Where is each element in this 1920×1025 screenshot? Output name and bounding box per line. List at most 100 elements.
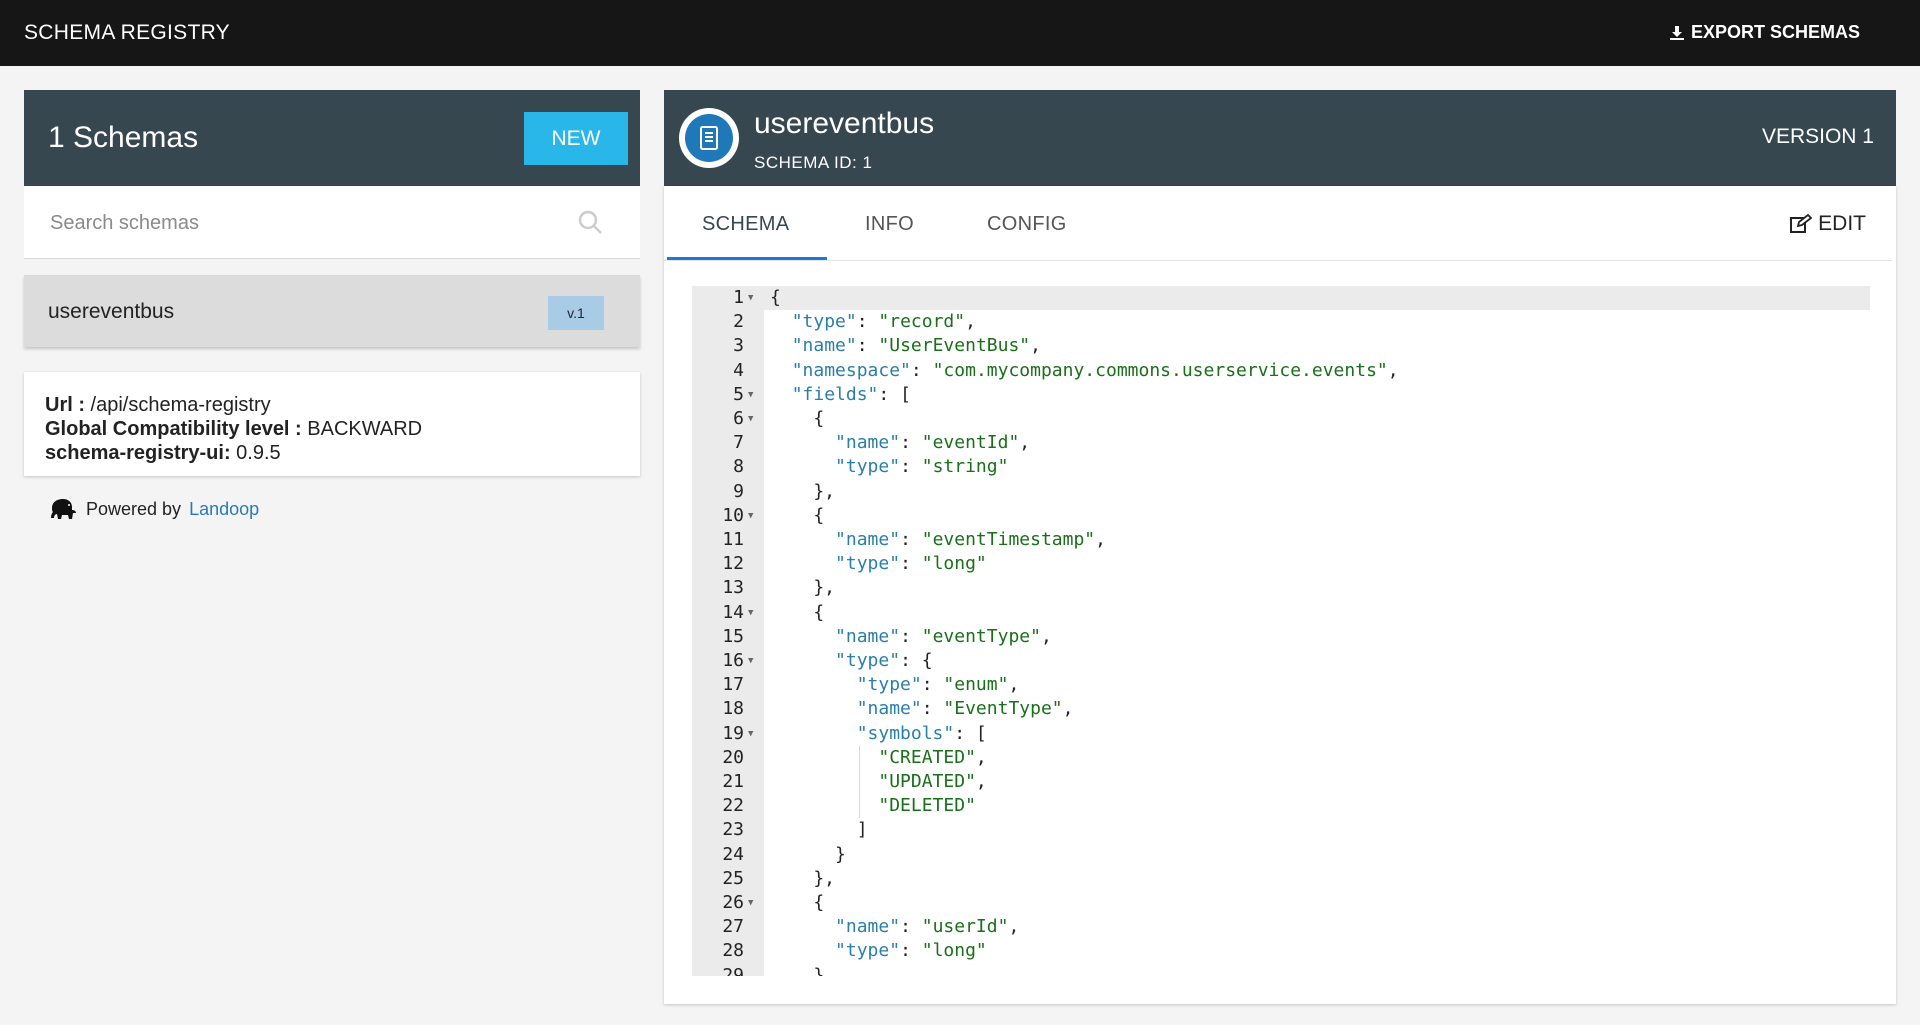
line-number: 13 bbox=[722, 577, 744, 599]
landoop-link[interactable]: Landoop bbox=[189, 499, 259, 520]
code-line: 17 "type": "enum", bbox=[692, 673, 1870, 697]
search-icon[interactable] bbox=[576, 208, 604, 236]
code-line: 24 } bbox=[692, 843, 1870, 867]
line-number: 6 bbox=[733, 408, 744, 429]
schema-count: 1 Schemas bbox=[48, 121, 199, 154]
schema-title: usereventbus bbox=[754, 107, 935, 140]
compat-label: Global Compatibility level : bbox=[45, 418, 302, 440]
code-line: 28 "type": "long" bbox=[692, 939, 1870, 963]
url-value: /api/schema-registry bbox=[85, 394, 271, 416]
code-text: ] bbox=[770, 819, 868, 841]
registry-info-card: Url : /api/schema-registry Global Compat… bbox=[24, 372, 640, 476]
fold-toggle-icon[interactable]: ▼ bbox=[748, 891, 753, 915]
line-number: 12 bbox=[722, 553, 744, 575]
code-text: "DELETED" bbox=[878, 795, 976, 817]
tab-config[interactable]: CONFIG bbox=[987, 213, 1067, 236]
code-line: 15 "name": "eventType", bbox=[692, 625, 1870, 649]
line-number: 29 bbox=[722, 964, 744, 976]
ui-version-row: schema-registry-ui: 0.9.5 bbox=[45, 442, 281, 465]
code-editor[interactable]: 1 ▼{2 "type": "record", 3 "name": "UserEve… bbox=[692, 286, 1870, 976]
code-text: "name": "userId", bbox=[835, 916, 1020, 938]
code-line: 3 "name": "UserEventBus", bbox=[692, 334, 1870, 358]
ui-version-label: schema-registry-ui: bbox=[45, 442, 231, 464]
code-line: 19 ▼ "symbols": [ bbox=[692, 722, 1870, 746]
url-label: Url : bbox=[45, 394, 85, 416]
schema-logo bbox=[679, 108, 739, 168]
fold-toggle-icon[interactable]: ▼ bbox=[748, 722, 753, 746]
code-line: 1 ▼ { bbox=[692, 286, 1870, 310]
schemas-header: 1 Schemas NEW bbox=[24, 90, 640, 186]
search-input[interactable] bbox=[48, 206, 572, 240]
code-text: }, bbox=[770, 480, 836, 502]
fold-toggle-icon[interactable]: ▼ bbox=[748, 504, 753, 528]
line-number: 7 bbox=[733, 432, 744, 454]
code-text: "type": { bbox=[835, 650, 933, 671]
export-schemas-label: EXPORT SCHEMAS bbox=[1690, 22, 1860, 42]
fold-toggle-icon[interactable]: ▼ bbox=[748, 601, 753, 625]
code-line: 25 }, bbox=[692, 867, 1870, 891]
search-box bbox=[24, 186, 640, 259]
code-line: 6 ▼ { bbox=[692, 407, 1870, 431]
code-line: 13 }, bbox=[692, 576, 1870, 600]
line-number: 15 bbox=[722, 625, 744, 647]
line-number: 11 bbox=[722, 529, 744, 550]
fold-toggle-icon[interactable]: ▼ bbox=[748, 407, 753, 431]
line-number: 21 bbox=[722, 771, 744, 792]
line-number: 26 bbox=[722, 892, 744, 913]
schema-list-item[interactable]: usereventbus v.1 bbox=[24, 275, 640, 347]
code-text: } bbox=[770, 843, 846, 865]
export-schemas-button[interactable]: EXPORT SCHEMAS bbox=[1669, 22, 1860, 43]
download-icon bbox=[1669, 25, 1684, 40]
schema-list-item-name: usereventbus bbox=[48, 300, 175, 323]
code-text: "type": "long" bbox=[835, 553, 987, 575]
fold-toggle-icon[interactable]: ▼ bbox=[748, 383, 753, 407]
url-row: Url : /api/schema-registry bbox=[45, 394, 271, 417]
edit-button[interactable]: EDIT bbox=[1790, 212, 1866, 236]
code-line: 16 ▼ "type": { bbox=[692, 649, 1870, 673]
code-text: { bbox=[770, 504, 825, 526]
line-number: 20 bbox=[722, 746, 744, 768]
code-line: 4 "namespace": "com.mycompany.commons.us… bbox=[692, 359, 1870, 383]
line-number: 14 bbox=[722, 601, 744, 623]
code-text: "type": "long" bbox=[835, 940, 987, 962]
line-number: 19 bbox=[722, 722, 744, 744]
code-line: 14 ▼ { bbox=[692, 601, 1870, 625]
line-number: 23 bbox=[722, 819, 744, 841]
line-number: 25 bbox=[722, 867, 744, 889]
code-text: "symbols": [ bbox=[856, 722, 987, 744]
code-line: 18 "name": "EventType", bbox=[692, 697, 1870, 721]
schema-id: SCHEMA ID: 1 bbox=[754, 153, 873, 172]
code-text: "namespace": "com.mycompany.commons.user… bbox=[791, 359, 1399, 381]
code-text: }, bbox=[770, 867, 836, 889]
code-line: 22 "DELETED" bbox=[692, 794, 1870, 818]
fold-toggle-icon[interactable]: ▼ bbox=[748, 649, 753, 673]
document-icon bbox=[700, 126, 718, 150]
line-number: 17 bbox=[722, 674, 744, 696]
code-line: 7 "name": "eventId", bbox=[692, 431, 1870, 455]
fold-toggle-icon[interactable]: ▼ bbox=[748, 286, 753, 310]
app-title[interactable]: SCHEMA REGISTRY bbox=[24, 21, 230, 45]
schema-header: usereventbus SCHEMA ID: 1 VERSION 1 bbox=[664, 90, 1896, 186]
compat-row: Global Compatibility level : BACKWARD bbox=[45, 418, 422, 441]
edit-label: EDIT bbox=[1818, 212, 1866, 235]
code-text: "name": "UserEventBus", bbox=[791, 335, 1041, 357]
ui-version-value: 0.9.5 bbox=[230, 442, 281, 464]
schema-content: SCHEMA INFO CONFIG EDIT 1 ▼{2 "type": "re… bbox=[664, 186, 1896, 1004]
tab-schema[interactable]: SCHEMA bbox=[702, 213, 789, 236]
new-schema-button[interactable]: NEW bbox=[524, 112, 628, 165]
code-line: 8 "type": "string" bbox=[692, 455, 1870, 479]
code-text: "fields": [ bbox=[791, 383, 911, 405]
powered-by: Powered by Landoop bbox=[48, 494, 259, 524]
code-text: "type": "record", bbox=[791, 311, 976, 333]
code-line: 26 ▼ { bbox=[692, 891, 1870, 915]
line-number: 2 bbox=[733, 311, 744, 333]
tab-info[interactable]: INFO bbox=[865, 213, 914, 236]
code-line: 21 "UPDATED", bbox=[692, 770, 1870, 794]
code-line: 29 }, bbox=[692, 964, 1870, 976]
code-text: "name": "eventId", bbox=[835, 432, 1031, 454]
code-text: "type": "string" bbox=[835, 456, 1009, 478]
schema-version: VERSION 1 bbox=[1761, 125, 1874, 148]
code-line: 5 ▼ "fields": [ bbox=[692, 383, 1870, 407]
code-line: 11 "name": "eventTimestamp", bbox=[692, 528, 1870, 552]
line-number: 28 bbox=[722, 940, 744, 962]
